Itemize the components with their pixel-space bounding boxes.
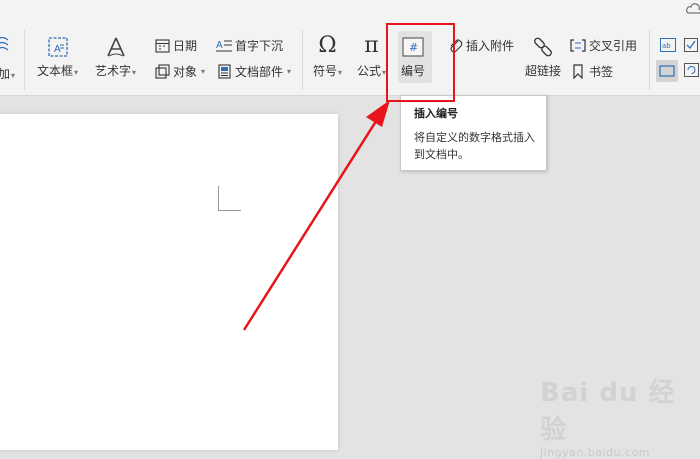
baidu-jingyan-watermark: Bai du 经验 jingyan.baidu.com [540, 372, 700, 459]
watermark-url: jingyan.baidu.com [540, 446, 651, 459]
watermark-logo: Bai du 经验 [540, 378, 676, 445]
